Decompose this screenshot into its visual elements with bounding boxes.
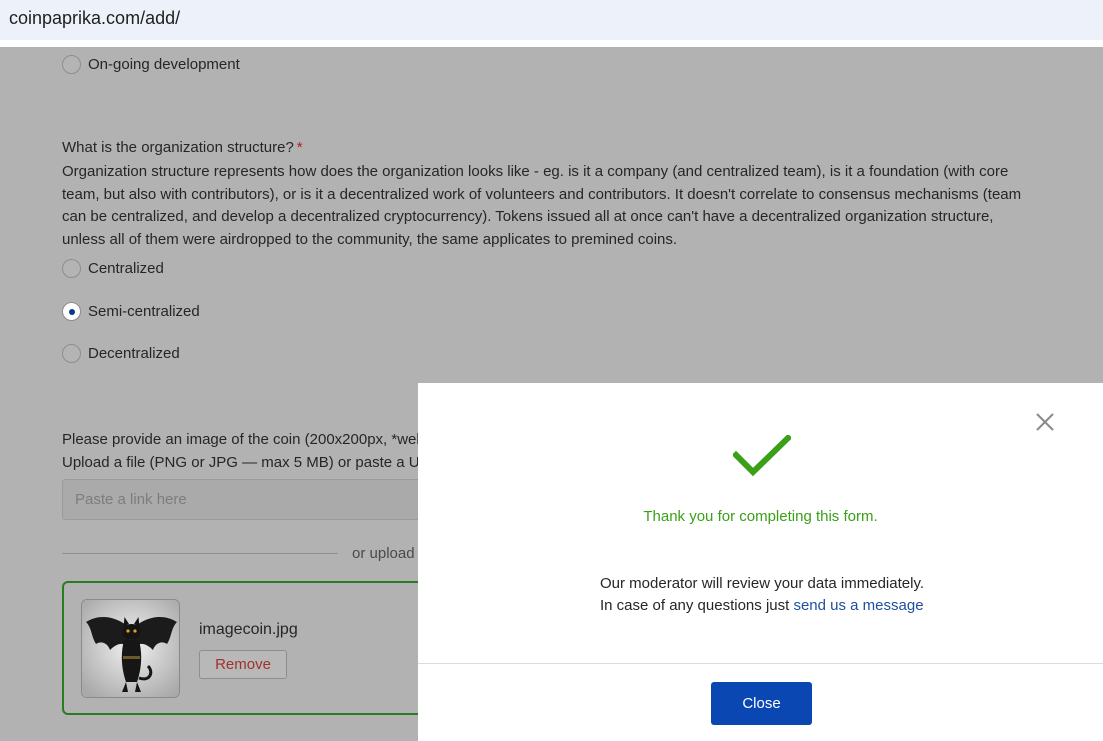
close-button[interactable]: Close bbox=[711, 682, 812, 725]
url-text[interactable]: coinpaprika.com/add/ bbox=[9, 8, 180, 29]
address-bar-divider bbox=[0, 40, 1103, 47]
radio-label: On-going development bbox=[88, 56, 240, 73]
contact-message: In case of any questions just send us a … bbox=[600, 597, 924, 614]
contact-message-text: In case of any questions just bbox=[600, 597, 794, 614]
uploaded-file-card: imagecoin.jpg Remove bbox=[62, 581, 442, 715]
radio-button-selected[interactable] bbox=[62, 302, 81, 321]
modal-footer-divider bbox=[418, 663, 1103, 664]
bat-cat-image bbox=[82, 600, 179, 697]
checkmark-icon bbox=[733, 435, 791, 477]
image-link-input[interactable] bbox=[62, 479, 442, 520]
image-question-line1: Please provide an image of the coin (200… bbox=[62, 431, 420, 448]
browser-address-bar[interactable]: coinpaprika.com/add/ bbox=[0, 0, 1103, 40]
radio-centralized[interactable]: Centralized bbox=[62, 259, 164, 278]
org-structure-description: Organization structure represents how do… bbox=[62, 163, 1022, 248]
radio-decentralized[interactable]: Decentralized bbox=[62, 344, 180, 363]
moderator-message: Our moderator will review your data imme… bbox=[600, 575, 925, 592]
radio-button[interactable] bbox=[62, 344, 81, 363]
question-text: What is the organization structure? bbox=[62, 139, 294, 156]
send-message-link[interactable]: send us a message bbox=[793, 597, 923, 614]
success-modal: Thank you for completing this form. Our … bbox=[418, 383, 1103, 741]
radio-label: Semi-centralized bbox=[88, 303, 200, 320]
radio-button[interactable] bbox=[62, 259, 81, 278]
uploaded-file-name: imagecoin.jpg bbox=[199, 621, 298, 638]
required-asterisk: * bbox=[296, 139, 303, 156]
radio-semi-centralized[interactable]: Semi-centralized bbox=[62, 302, 200, 321]
radio-on-going-development[interactable]: On-going development bbox=[62, 55, 240, 74]
radio-button[interactable] bbox=[62, 55, 81, 74]
coin-image-thumbnail bbox=[81, 599, 180, 698]
or-upload-text: or upload bbox=[352, 545, 415, 562]
image-question: Please provide an image of the coin (200… bbox=[62, 429, 420, 474]
radio-label: Centralized bbox=[88, 260, 164, 277]
image-question-line2: Upload a file (PNG or JPG — max 5 MB) or… bbox=[62, 453, 420, 471]
org-structure-question: What is the organization structure? * bbox=[62, 139, 303, 156]
remove-file-button[interactable]: Remove bbox=[199, 650, 287, 679]
radio-label: Decentralized bbox=[88, 345, 180, 362]
thank-you-message: Thank you for completing this form. bbox=[643, 508, 878, 525]
or-divider-line bbox=[62, 553, 338, 554]
close-icon[interactable] bbox=[1034, 411, 1056, 433]
